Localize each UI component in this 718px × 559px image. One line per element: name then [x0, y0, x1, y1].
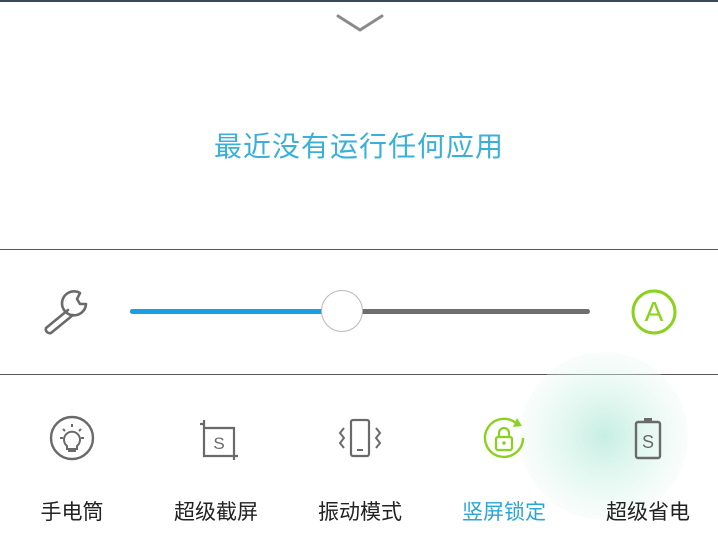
toggle-flashlight[interactable]: 手电筒: [12, 400, 132, 540]
toggle-vibrate-mode[interactable]: 振动模式: [300, 400, 420, 540]
toggle-label: 振动模式: [318, 500, 402, 524]
auto-letter: A: [645, 296, 664, 327]
slider-fill: [130, 309, 342, 314]
screenshot-crop-icon: S: [200, 420, 238, 460]
slider-thumb[interactable]: [321, 290, 363, 332]
wrench-icon: [44, 290, 88, 335]
toggle-portrait-lock[interactable]: 竖屏锁定: [444, 400, 564, 540]
toggle-label: 超级省电: [606, 500, 690, 524]
toggle-label: 超级截屏: [174, 500, 258, 524]
vibrate-phone-icon: [338, 418, 382, 458]
toggle-label: 竖屏锁定: [462, 500, 546, 524]
collapse-panel-button[interactable]: [332, 10, 388, 38]
rotation-lock-icon: [483, 417, 525, 459]
toggle-label: 手电筒: [40, 500, 104, 524]
icon-letter: S: [213, 434, 224, 453]
toggle-super-screenshot[interactable]: S 超级截屏: [156, 400, 276, 540]
battery-saver-icon: S: [634, 418, 662, 460]
chevron-down-icon: [336, 14, 384, 32]
status-divider: [0, 0, 718, 2]
flashlight-icon: [49, 415, 95, 461]
icon-letter: S: [642, 432, 654, 452]
toggle-power-saver[interactable]: S 超级省电: [588, 400, 708, 540]
brightness-settings-button[interactable]: [38, 286, 92, 336]
divider: [0, 249, 718, 250]
auto-brightness-icon: A: [631, 289, 677, 335]
brightness-slider[interactable]: [130, 290, 590, 334]
recent-apps-empty-message: 最近没有运行任何应用: [213, 130, 504, 163]
auto-brightness-button[interactable]: A: [630, 288, 678, 336]
